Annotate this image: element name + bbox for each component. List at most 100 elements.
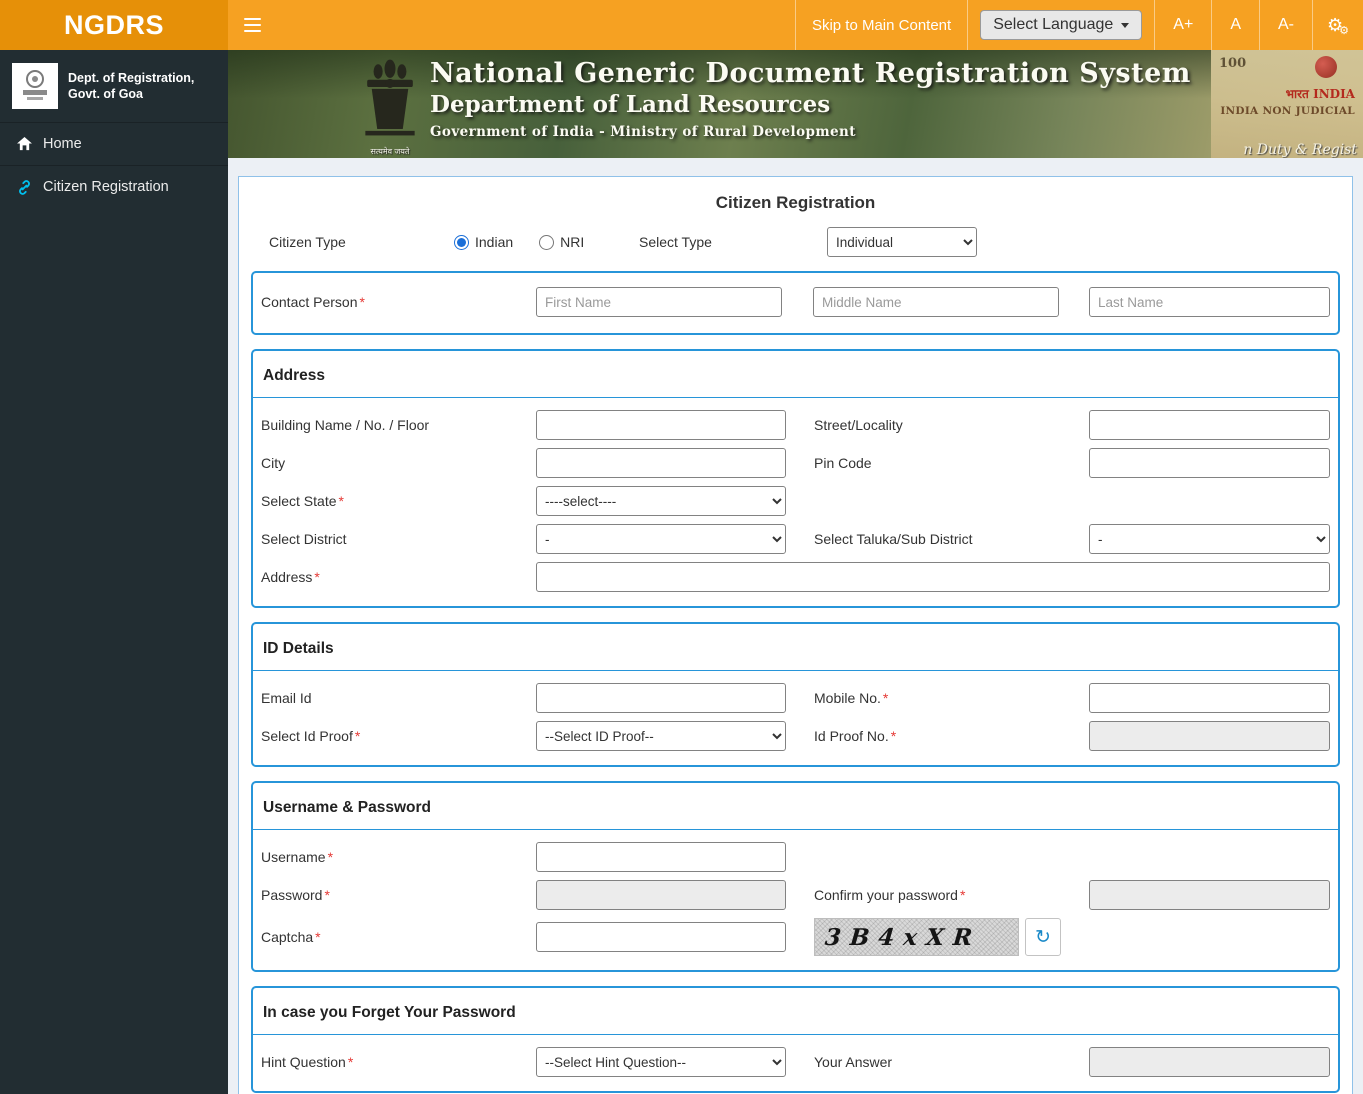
emblem-of-india-icon: सत्यमेव जयते	[354, 56, 426, 157]
header-banner: सत्यमेव जयते National Generic Document R…	[228, 50, 1363, 158]
building-label: Building Name / No. / Floor	[261, 417, 430, 433]
pincode-input[interactable]	[1089, 448, 1330, 478]
username-label: Username *	[261, 849, 334, 865]
topbar: NGDRS Skip to Main Content Select Langua…	[0, 0, 1363, 50]
credentials-section-header: Username & Password	[253, 791, 1338, 830]
password-input	[536, 880, 786, 910]
indian-radio[interactable]	[454, 234, 469, 250]
middle-name-input[interactable]	[813, 287, 1059, 317]
id-proof-label: Select Id Proof *	[261, 728, 361, 744]
address-label: Address *	[261, 569, 320, 585]
skip-to-main-content-link[interactable]: Skip to Main Content	[794, 0, 969, 50]
language-select-wrap: Select Language	[968, 0, 1156, 50]
font-normal-button[interactable]: A	[1212, 0, 1260, 50]
select-type-dropdown[interactable]: Individual	[827, 227, 977, 257]
sidebar-item-home[interactable]: Home	[0, 123, 228, 166]
id-details-row-1: Email Id Mobile No. *	[253, 679, 1338, 717]
citizen-type-radios: Indian NRI	[454, 234, 639, 250]
email-input[interactable]	[536, 683, 786, 713]
mobile-input[interactable]	[1089, 683, 1330, 713]
id-proof-no-input	[1089, 721, 1330, 751]
district-label: Select District	[261, 531, 347, 547]
id-details-section: ID Details Email Id Mobile No. * Select I…	[251, 622, 1340, 767]
email-label: Email Id	[261, 690, 312, 706]
org-header: Dept. of Registration, Govt. of Goa	[0, 50, 228, 123]
sidebar-item-citizen-registration[interactable]: Citizen Registration	[0, 166, 228, 208]
stamp-seal-icon	[1315, 56, 1337, 78]
forgot-password-section-header: In case you Forget Your Password	[253, 996, 1338, 1035]
address-row-5: Address *	[253, 558, 1338, 596]
radio-option-indian[interactable]: Indian	[454, 234, 513, 250]
font-increase-button[interactable]: A+	[1155, 0, 1213, 50]
banner-text: National Generic Document Registration S…	[430, 58, 1191, 140]
contact-person-row: Contact Person *	[253, 281, 1338, 323]
first-name-input[interactable]	[536, 287, 782, 317]
city-input[interactable]	[536, 448, 786, 478]
registration-form-panel: Citizen Registration Citizen Type Indian…	[238, 176, 1353, 1094]
last-name-input[interactable]	[1089, 287, 1330, 317]
captcha-refresh-button[interactable]: ↻	[1025, 918, 1061, 956]
banner-subtitle: Department of Land Resources	[430, 91, 831, 118]
id-details-section-header: ID Details	[253, 632, 1338, 671]
page-title: Citizen Registration	[715, 193, 876, 212]
your-answer-label: Your Answer	[814, 1054, 893, 1070]
forgot-password-section: In case you Forget Your Password Hint Qu…	[251, 986, 1340, 1093]
org-name: Dept. of Registration, Govt. of Goa	[68, 70, 195, 101]
taluka-label: Select Taluka/Sub District	[814, 531, 973, 547]
mobile-label: Mobile No. *	[814, 690, 889, 706]
goa-emblem-icon	[15, 66, 55, 106]
hint-question-select[interactable]: --Select Hint Question--	[536, 1047, 786, 1077]
confirm-password-label: Confirm your password *	[814, 887, 966, 903]
stamp-corner-text: n Duty & Regist	[1243, 142, 1357, 158]
confirm-password-input	[1089, 880, 1330, 910]
captcha-label: Captcha *	[261, 929, 321, 945]
street-input[interactable]	[1089, 410, 1330, 440]
sidebar-item-label: Home	[43, 136, 82, 152]
taluka-select[interactable]: -	[1089, 524, 1330, 554]
banner-title: National Generic Document Registration S…	[430, 58, 1191, 89]
nri-radio[interactable]	[539, 234, 555, 250]
sidebar: Dept. of Registration, Govt. of Goa Home…	[0, 50, 228, 1094]
select-type-label: Select Type	[639, 234, 712, 250]
address-row-1: Building Name / No. / Floor Street/Local…	[253, 406, 1338, 444]
district-select[interactable]: -	[536, 524, 786, 554]
hint-question-label: Hint Question *	[261, 1054, 354, 1070]
address-row-2: City Pin Code	[253, 444, 1338, 482]
contact-person-label: Contact Person *	[261, 294, 365, 310]
citizen-type-label: Citizen Type	[269, 234, 346, 250]
select-language-label: Select Language	[993, 16, 1114, 33]
captcha-image: 3B4xXR	[814, 918, 1019, 956]
state-select[interactable]: ----select----	[536, 486, 786, 516]
settings-gear-icon[interactable]: ⚙ ⚙	[1313, 0, 1363, 50]
brand-logo: NGDRS	[0, 0, 228, 50]
font-decrease-button[interactable]: A-	[1260, 0, 1313, 50]
password-label: Password *	[261, 887, 330, 903]
building-input[interactable]	[536, 410, 786, 440]
stamp-country-text: भारत INDIA	[1285, 87, 1355, 101]
id-details-row-2: Select Id Proof * --Select ID Proof-- Id …	[253, 717, 1338, 755]
address-input[interactable]	[536, 562, 1330, 592]
hamburger-menu-icon[interactable]	[228, 0, 277, 50]
captcha-input[interactable]	[536, 922, 786, 952]
address-row-3: Select State * ----select----	[253, 482, 1338, 520]
credentials-row-3: Captcha * 3B4xXR ↻	[253, 914, 1338, 960]
city-label: City	[261, 455, 286, 471]
id-proof-no-label: Id Proof No. *	[814, 728, 897, 744]
credentials-row-1: Username *	[253, 838, 1338, 876]
radio-option-nri[interactable]: NRI	[539, 234, 584, 250]
address-section-header: Address	[253, 359, 1338, 398]
your-answer-input	[1089, 1047, 1330, 1077]
username-input[interactable]	[536, 842, 786, 872]
citizen-type-row: Citizen Type Indian NRI Select Type Indi…	[251, 227, 1340, 257]
topbar-right: Skip to Main Content Select Language A+ …	[794, 0, 1363, 50]
caret-down-icon	[1121, 22, 1130, 28]
emblem-motto: सत्यमेव जयते	[370, 147, 410, 156]
sidebar-item-label: Citizen Registration	[43, 179, 169, 195]
select-language-button[interactable]: Select Language	[980, 10, 1143, 40]
address-row-4: Select District - Select Taluka/Sub Dist…	[253, 520, 1338, 558]
credentials-section: Username & Password Username * Password * …	[251, 781, 1340, 972]
street-label: Street/Locality	[814, 417, 903, 433]
credentials-row-2: Password * Confirm your password *	[253, 876, 1338, 914]
id-proof-select[interactable]: --Select ID Proof--	[536, 721, 786, 751]
captcha-text: 3B4xXR	[823, 923, 983, 951]
